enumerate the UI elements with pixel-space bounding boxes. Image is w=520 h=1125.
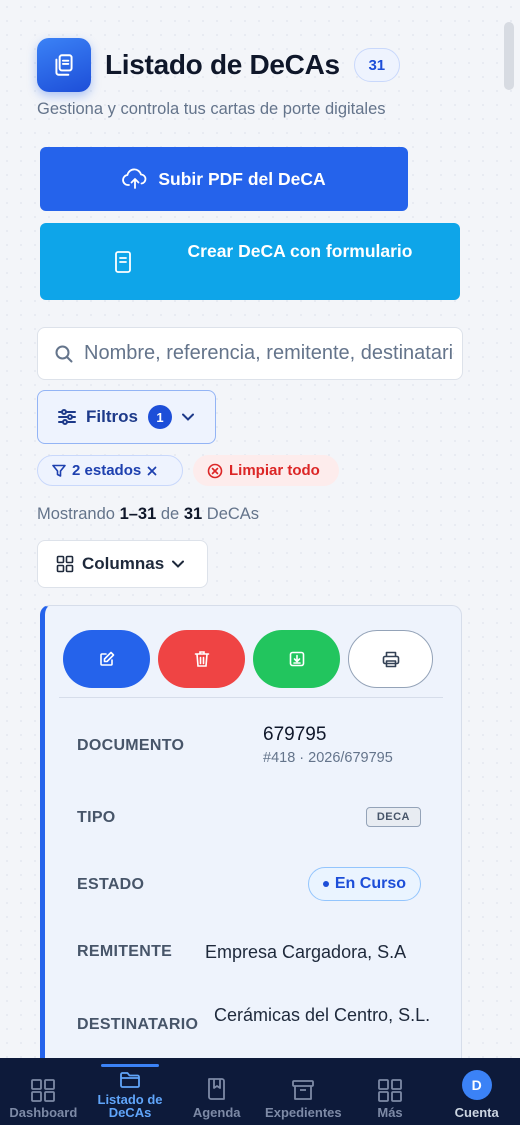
page-subtitle: Gestiona y controla tus cartas de porte … bbox=[37, 100, 386, 118]
dashboard-icon bbox=[31, 1079, 56, 1102]
print-button[interactable] bbox=[348, 630, 433, 688]
recipient-label: DESTINATARIO bbox=[77, 1016, 199, 1033]
scrollbar-thumb[interactable] bbox=[504, 22, 514, 90]
results-range: 1–31 bbox=[119, 505, 157, 523]
document-sub: #418 · 2026/679795 bbox=[263, 750, 393, 766]
sender-value: Empresa Cargadora, S.A bbox=[205, 942, 407, 962]
page-header: Listado de DeCAs 31 bbox=[37, 38, 400, 92]
download-button[interactable] bbox=[253, 630, 340, 688]
clear-all-label: Limpiar todo bbox=[229, 462, 320, 479]
create-form-button[interactable]: Crear DeCA con formulario bbox=[40, 223, 460, 300]
upload-pdf-label: Subir PDF del DeCA bbox=[158, 168, 326, 189]
create-form-label: Crear DeCA con formulario bbox=[187, 241, 413, 261]
nav-dashboard[interactable]: Dashboard bbox=[0, 1058, 87, 1125]
sender-label: REMITENTE bbox=[77, 943, 173, 960]
upload-pdf-button[interactable]: Subir PDF del DeCA bbox=[40, 147, 408, 211]
avatar: D bbox=[461, 1070, 492, 1100]
chevron-down-icon bbox=[181, 413, 194, 421]
columns-label: Columnas bbox=[82, 554, 165, 573]
type-label: TIPO bbox=[77, 809, 116, 826]
document-number: 679795 bbox=[263, 724, 327, 745]
edit-icon bbox=[99, 651, 114, 666]
nav-decas-label: Listado de DeCAs bbox=[97, 1092, 163, 1120]
nav-more-label: Más bbox=[377, 1105, 403, 1120]
nav-agenda-label: Agenda bbox=[192, 1105, 241, 1120]
status-text: En Curso bbox=[334, 875, 406, 892]
book-icon bbox=[207, 1078, 225, 1100]
status-badge: En Curso bbox=[307, 867, 421, 901]
states-filter-chip[interactable]: 2 estados bbox=[37, 455, 183, 486]
cloud-upload-icon bbox=[122, 168, 147, 189]
circle-x-icon bbox=[207, 463, 223, 478]
search-input[interactable] bbox=[84, 342, 454, 365]
filters-button[interactable]: Filtros 1 bbox=[37, 390, 216, 444]
printer-icon bbox=[382, 651, 399, 667]
trash-icon bbox=[194, 651, 209, 667]
funnel-icon bbox=[52, 464, 66, 477]
filter-count-badge: 1 bbox=[147, 405, 172, 429]
card-divider bbox=[59, 697, 443, 698]
nav-agenda[interactable]: Agenda bbox=[173, 1058, 260, 1125]
edit-button[interactable] bbox=[63, 630, 150, 688]
card-actions bbox=[63, 630, 433, 688]
nav-more[interactable]: Más bbox=[347, 1058, 434, 1125]
bottom-nav: Dashboard Listado de DeCAs Agenda Expedi… bbox=[0, 1058, 520, 1125]
document-label: DOCUMENTO bbox=[77, 737, 185, 754]
documents-icon bbox=[37, 38, 91, 92]
search-icon bbox=[55, 345, 73, 362]
states-chip-label: 2 estados bbox=[72, 462, 142, 479]
form-icon bbox=[114, 250, 132, 279]
nav-dashboard-label: Dashboard bbox=[9, 1105, 78, 1120]
nav-decas[interactable]: Listado de DeCAs bbox=[87, 1058, 174, 1125]
sliders-icon bbox=[58, 409, 76, 425]
delete-button[interactable] bbox=[158, 630, 245, 688]
download-icon bbox=[289, 651, 304, 667]
close-icon[interactable] bbox=[147, 466, 157, 476]
results-total: 31 bbox=[183, 505, 203, 523]
page-title: Listado de DeCAs bbox=[105, 49, 340, 80]
search-box bbox=[37, 327, 463, 380]
filters-label: Filtros bbox=[86, 407, 138, 426]
grid-icon bbox=[56, 555, 74, 573]
results-summary: Mostrando 1–31 de 31 DeCAs bbox=[37, 505, 260, 523]
status-dot bbox=[322, 881, 329, 887]
state-label: ESTADO bbox=[77, 876, 145, 893]
nav-account[interactable]: D Cuenta bbox=[433, 1058, 520, 1125]
count-badge: 31 bbox=[353, 48, 400, 82]
nav-account-label: Cuenta bbox=[454, 1105, 499, 1120]
archive-icon bbox=[292, 1080, 315, 1100]
folder-icon bbox=[120, 1072, 140, 1088]
recipient-value: Cerámicas del Centro, S.L. bbox=[214, 1005, 431, 1025]
nav-expedientes-label: Expedientes bbox=[265, 1105, 342, 1120]
chevron-down-icon bbox=[172, 560, 185, 568]
grid-icon bbox=[378, 1079, 402, 1102]
nav-expedientes[interactable]: Expedientes bbox=[260, 1058, 347, 1125]
deca-card: DOCUMENTO 679795 #418 · 2026/679795 TIPO… bbox=[40, 605, 462, 1075]
columns-button[interactable]: Columnas bbox=[37, 540, 208, 588]
clear-all-chip[interactable]: Limpiar todo bbox=[193, 455, 339, 486]
type-badge: DECA bbox=[365, 807, 421, 827]
